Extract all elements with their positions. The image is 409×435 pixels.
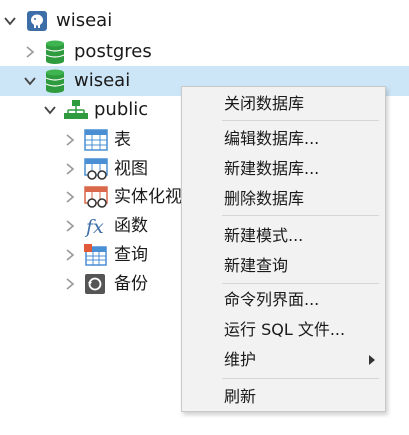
submenu-arrow-icon bbox=[369, 355, 375, 365]
menu-item-refresh[interactable]: 刷新 bbox=[182, 382, 385, 412]
chevron-right-icon[interactable] bbox=[64, 191, 76, 203]
chevron-down-icon[interactable] bbox=[44, 104, 56, 116]
menu-item-new-database[interactable]: 新建数据库... bbox=[182, 154, 385, 184]
chevron-right-icon[interactable] bbox=[64, 134, 76, 146]
connection-label: wiseai bbox=[56, 10, 113, 31]
menu-separator bbox=[222, 120, 379, 121]
tree-item-label: 备份 bbox=[114, 274, 148, 294]
tree-item-label: 查询 bbox=[114, 245, 148, 265]
postgresql-elephant-icon bbox=[27, 11, 47, 31]
menu-separator bbox=[222, 215, 379, 216]
menu-separator bbox=[222, 378, 379, 379]
schema-label: public bbox=[94, 99, 149, 120]
chevron-down-icon[interactable] bbox=[24, 75, 36, 87]
function-icon: fx bbox=[84, 216, 104, 238]
backup-icon bbox=[85, 274, 105, 294]
database-label: wiseai bbox=[74, 70, 131, 91]
chevron-down-icon[interactable] bbox=[4, 15, 16, 27]
menu-item-new-schema[interactable]: 新建模式... bbox=[182, 221, 385, 251]
tree-item-label: 函数 bbox=[114, 216, 148, 236]
tree-item-label: 表 bbox=[114, 130, 131, 150]
menu-item-maintenance[interactable]: 维护 bbox=[182, 345, 385, 375]
tree-item-label: 实体化视 bbox=[114, 187, 182, 207]
query-icon bbox=[84, 244, 107, 266]
chevron-right-icon[interactable] bbox=[64, 220, 76, 232]
database-label: postgres bbox=[74, 41, 152, 62]
tree-row-connection[interactable]: wiseai bbox=[0, 6, 409, 36]
table-icon bbox=[84, 129, 108, 151]
tree-item-label: 视图 bbox=[114, 159, 148, 179]
menu-item-new-query[interactable]: 新建查询 bbox=[182, 251, 385, 281]
database-icon bbox=[45, 69, 65, 93]
view-icon bbox=[84, 158, 108, 180]
menu-item-edit-database[interactable]: 编辑数据库... bbox=[182, 124, 385, 154]
context-menu: 关闭数据库 编辑数据库... 新建数据库... 删除数据库 新建模式... 新建… bbox=[181, 86, 386, 412]
chevron-right-icon[interactable] bbox=[64, 249, 76, 261]
menu-item-delete-database[interactable]: 删除数据库 bbox=[182, 184, 385, 214]
chevron-right-icon[interactable] bbox=[64, 278, 76, 290]
menu-item-run-sql-file[interactable]: 运行 SQL 文件... bbox=[182, 315, 385, 345]
chevron-right-icon[interactable] bbox=[64, 163, 76, 175]
schema-icon bbox=[64, 100, 88, 119]
svg-text:fx: fx bbox=[84, 216, 104, 238]
materialized-view-icon bbox=[84, 186, 108, 208]
menu-item-label: 维护 bbox=[224, 350, 257, 369]
menu-item-close-database[interactable]: 关闭数据库 bbox=[182, 89, 385, 119]
chevron-right-icon[interactable] bbox=[24, 46, 36, 58]
menu-item-command-line[interactable]: 命令列界面... bbox=[182, 285, 385, 315]
menu-separator bbox=[222, 283, 379, 284]
database-icon bbox=[45, 40, 65, 64]
tree-row-database-postgres[interactable]: postgres bbox=[0, 37, 409, 67]
